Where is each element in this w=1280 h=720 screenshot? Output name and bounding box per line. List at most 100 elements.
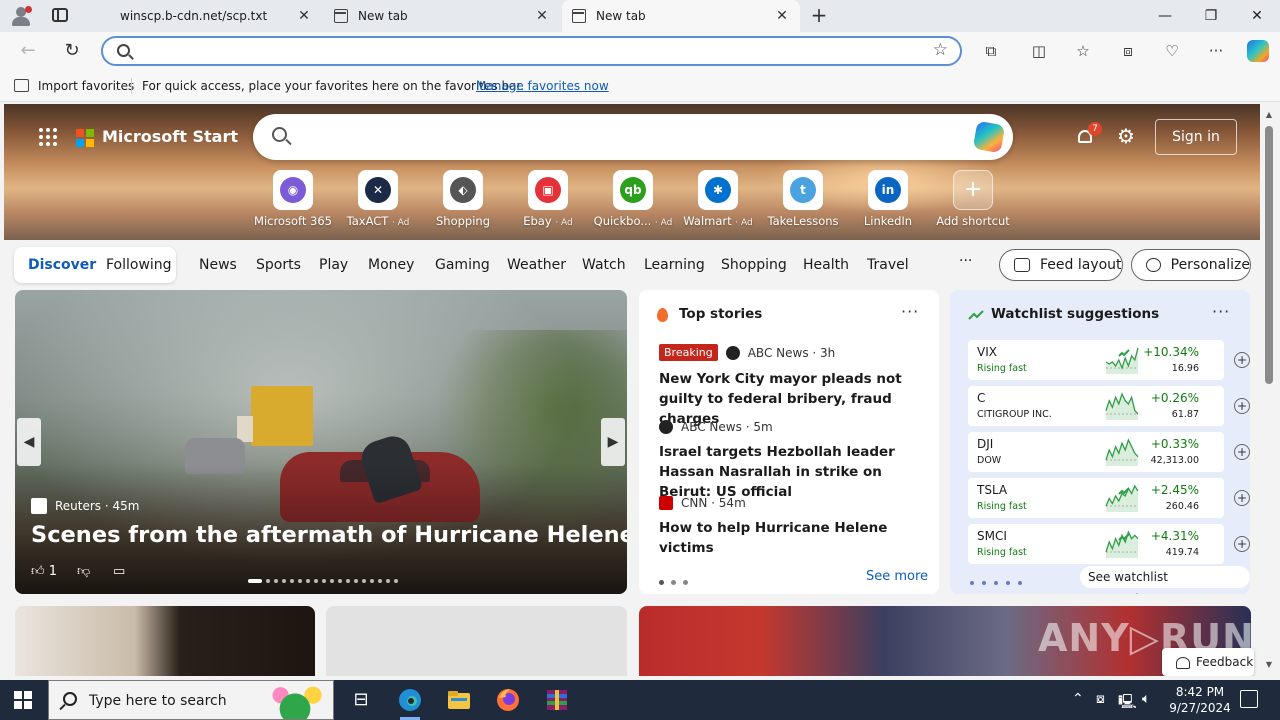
- scroll-down-icon[interactable]: ▼: [1264, 660, 1274, 670]
- close-tab-icon[interactable]: ✕: [296, 8, 312, 24]
- tab-play[interactable]: Play: [319, 257, 348, 273]
- network-status-icon[interactable]: ⧇: [1096, 691, 1105, 707]
- extensions-icon[interactable]: ⧉: [981, 41, 1001, 61]
- add-to-watchlist-icon[interactable]: +: [1234, 490, 1250, 506]
- scroll-up-icon[interactable]: ▲: [1264, 110, 1274, 120]
- stock-row[interactable]: C CITIGROUP INC. +0.26% 61.87 +: [968, 386, 1250, 426]
- stock-row[interactable]: TSLA Rising fast +2.45% 260.46 +: [968, 478, 1250, 518]
- watchlist-more-button[interactable]: ···: [1212, 302, 1230, 321]
- shortcut-4[interactable]: ▣ Ebay · Ad: [505, 170, 591, 228]
- shortcut-7[interactable]: t TakeLessons: [760, 170, 846, 228]
- winrar-icon[interactable]: [543, 686, 571, 714]
- file-explorer-icon[interactable]: [445, 686, 473, 714]
- feed-layout-button[interactable]: Feed layout: [999, 249, 1123, 281]
- web-search-input[interactable]: [305, 126, 945, 148]
- scrollbar[interactable]: ▲ ▼: [1262, 104, 1276, 676]
- tab-money[interactable]: Money: [368, 257, 414, 273]
- tab-travel[interactable]: Travel: [867, 257, 909, 273]
- close-window-icon[interactable]: ✕: [1234, 0, 1280, 32]
- carousel-next-button[interactable]: ▶: [601, 418, 625, 466]
- tab-sports[interactable]: Sports: [256, 257, 301, 273]
- story-item[interactable]: CNN · 54m How to help Hurricane Helene v…: [659, 496, 929, 558]
- shortcut-5[interactable]: qb Quickbo... · Ad: [590, 170, 676, 228]
- scrollbar-thumb[interactable]: [1265, 126, 1273, 384]
- tab-shopping[interactable]: Shopping: [721, 257, 787, 273]
- manage-favorites-link[interactable]: Manage favorites now: [476, 79, 609, 93]
- personalize-button[interactable]: Personalize: [1131, 249, 1251, 281]
- taskbar-search[interactable]: Type here to search: [48, 680, 334, 720]
- brand-name[interactable]: Microsoft Start: [102, 127, 238, 146]
- restore-icon[interactable]: ❐: [1188, 0, 1234, 32]
- import-icon[interactable]: [14, 79, 29, 92]
- shortcut-6[interactable]: ✱ Walmart · Ad: [675, 170, 761, 228]
- shortcut-3[interactable]: ⬖ Shopping: [420, 170, 506, 228]
- tab-new-tab[interactable]: New tab ✕: [324, 0, 560, 32]
- tab-watch[interactable]: Watch: [582, 257, 626, 273]
- hero-headline[interactable]: Scenes from the aftermath of Hurricane H…: [31, 522, 627, 548]
- carousel-prev-button[interactable]: ◀: [17, 418, 41, 466]
- story-item[interactable]: Breaking ABC News · 3h New York City may…: [659, 344, 929, 429]
- firefox-icon[interactable]: [494, 686, 522, 714]
- minimize-icon[interactable]: —: [1142, 0, 1188, 32]
- story-title[interactable]: Israel targets Hezbollah leader Hassan N…: [659, 442, 929, 502]
- sign-in-button[interactable]: Sign in: [1155, 119, 1237, 155]
- stock-row[interactable]: SMCI Rising fast +4.31% 419.74 +: [968, 524, 1250, 564]
- address-input[interactable]: [143, 42, 923, 62]
- network-icon[interactable]: 🖳︎: [1118, 691, 1137, 715]
- tab-learning[interactable]: Learning: [644, 257, 705, 273]
- add-to-watchlist-icon[interactable]: +: [1234, 536, 1250, 552]
- tab-discover[interactable]: Discover: [28, 257, 96, 273]
- see-watchlist-button[interactable]: See watchlist suggestions: [1080, 566, 1250, 594]
- add-to-watchlist-icon[interactable]: +: [1234, 352, 1250, 368]
- add-to-watchlist-icon[interactable]: +: [1234, 444, 1250, 460]
- address-bar[interactable]: ☆: [101, 36, 962, 66]
- add-to-watchlist-icon[interactable]: +: [1234, 398, 1250, 414]
- gear-icon[interactable]: ⚙: [1116, 126, 1136, 146]
- app-launcher-icon[interactable]: [39, 128, 57, 146]
- windows-start-icon[interactable]: [14, 691, 32, 709]
- thumbs-down-icon[interactable]: 👎︎: [77, 564, 90, 579]
- tab-gaming[interactable]: Gaming: [435, 257, 490, 273]
- favorite-star-icon[interactable]: ☆: [933, 40, 948, 60]
- tab-new-tab-active[interactable]: New tab ✕: [562, 0, 800, 32]
- favorites-icon[interactable]: ☆: [1073, 41, 1093, 61]
- settings-more-icon[interactable]: ···: [1206, 41, 1226, 61]
- back-icon[interactable]: ←: [17, 40, 39, 62]
- task-view-icon[interactable]: ⊟: [347, 686, 375, 714]
- tab-news[interactable]: News: [199, 257, 237, 273]
- shortcut-2[interactable]: ✕ TaxACT · Ad: [335, 170, 421, 228]
- volume-icon[interactable]: 🔈︎: [1142, 691, 1150, 707]
- edge-icon[interactable]: [396, 686, 424, 720]
- collections-icon[interactable]: ⧈: [1118, 41, 1138, 61]
- close-tab-icon[interactable]: ✕: [534, 8, 550, 24]
- split-screen-icon[interactable]: ◫: [1029, 41, 1049, 61]
- tab-following[interactable]: Following: [106, 257, 172, 273]
- shortcut-1[interactable]: ◉ Microsoft 365: [250, 170, 336, 228]
- performance-icon[interactable]: ♡: [1162, 41, 1182, 61]
- tab-health[interactable]: Health: [803, 257, 849, 273]
- copilot-icon[interactable]: [972, 120, 1006, 154]
- close-tab-icon[interactable]: ✕: [774, 8, 790, 24]
- show-hidden-icons-icon[interactable]: ⌃: [1072, 691, 1084, 707]
- more-tabs-button[interactable]: ···: [959, 253, 972, 269]
- story-card-placeholder[interactable]: [326, 606, 627, 676]
- stock-row[interactable]: VIX Rising fast +10.34% 16.96 +: [968, 340, 1250, 380]
- copilot-icon[interactable]: [1247, 40, 1269, 62]
- refresh-icon[interactable]: ↻: [61, 40, 83, 62]
- story-title[interactable]: How to help Hurricane Helene victims: [659, 518, 929, 558]
- system-clock[interactable]: 8:42 PM 9/27/2024: [1164, 684, 1236, 716]
- hero-story-card[interactable]: ◀ ▶ Reuters · 45m Scenes from the afterm…: [15, 290, 627, 594]
- tab-weather[interactable]: Weather: [507, 257, 566, 273]
- stock-row[interactable]: DJI DOW +0.33% 42,313.00 +: [968, 432, 1250, 472]
- new-tab-button[interactable]: +: [810, 4, 828, 26]
- shortcut-8[interactable]: in LinkedIn: [845, 170, 931, 228]
- web-search-box[interactable]: [253, 114, 1013, 160]
- notifications-bell-icon[interactable]: 7: [1076, 122, 1102, 146]
- shortcut-9[interactable]: + Add shortcut: [930, 170, 1016, 228]
- profile-icon[interactable]: [10, 6, 32, 26]
- notification-center-icon[interactable]: [1240, 690, 1258, 708]
- story-card-image[interactable]: [15, 606, 315, 676]
- top-stories-more-button[interactable]: ···: [901, 302, 919, 321]
- see-more-link[interactable]: See more: [866, 569, 928, 584]
- tab-winscp[interactable]: winscp.b-cdn.net/scp.txt ✕: [86, 0, 322, 127]
